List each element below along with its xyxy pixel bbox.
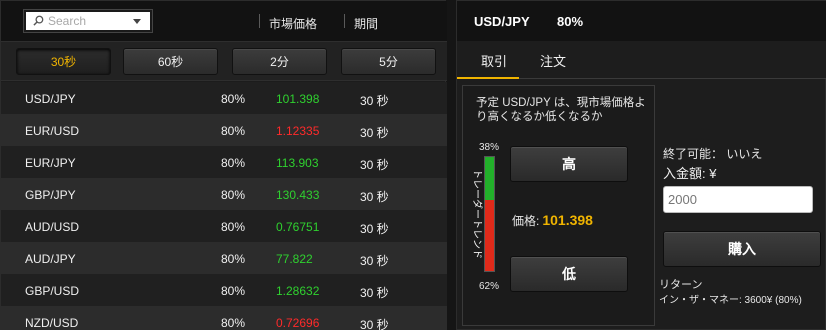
asset-row[interactable]: AUD/JPY 80% 77.822 30 秒 xyxy=(1,242,447,274)
price-value: 101.398 xyxy=(542,212,593,228)
search-dropdown[interactable] xyxy=(23,9,153,33)
closable-status: 終了可能： いいえ xyxy=(663,147,763,161)
search-icon xyxy=(33,15,44,26)
trader-trend-label: トレーダートレンド xyxy=(471,169,482,259)
asset-row[interactable]: EUR/USD 80% 1.12335 30 秒 xyxy=(1,114,447,146)
asset-pair: EUR/JPY xyxy=(25,156,76,170)
tab-trade[interactable]: 取引 xyxy=(481,51,507,70)
header-divider xyxy=(259,14,260,28)
price-label: 価格: xyxy=(512,214,540,228)
order-settings: 終了可能： いいえ 入金額: ¥ 購入 リターン イン・ザ・マネー: 3600¥… xyxy=(659,79,826,330)
asset-row[interactable]: AUD/USD 80% 0.76751 30 秒 xyxy=(1,210,447,242)
return-label: リターン xyxy=(659,279,703,291)
header-divider xyxy=(344,14,345,28)
asset-period: 30 秒 xyxy=(360,222,389,236)
duration-button-5m[interactable]: 5分 xyxy=(341,48,436,75)
asset-pair: AUD/JPY xyxy=(25,252,76,266)
duration-button-60s[interactable]: 60秒 xyxy=(123,48,218,75)
asset-period: 30 秒 xyxy=(360,190,389,204)
amount-label: 入金額: ¥ xyxy=(663,166,717,181)
asset-payout: 80% xyxy=(221,124,246,138)
prediction-question: 予定 USD/JPY は、現市場価格より高くなるか低くなるか xyxy=(476,97,646,123)
asset-pair: EUR/USD xyxy=(25,124,80,138)
duration-selector: 30秒 60秒 2分 5分 xyxy=(1,41,447,81)
current-price: 価格: 101.398 xyxy=(512,212,593,229)
asset-price: 0.72696 xyxy=(276,316,320,330)
asset-period: 30 秒 xyxy=(360,318,389,330)
asset-period: 30 秒 xyxy=(360,286,389,300)
asset-price: 1.12335 xyxy=(276,124,320,138)
asset-payout: 80% xyxy=(221,156,246,170)
trend-down-fill xyxy=(485,200,494,271)
asset-table: USD/JPY 80% 101.398 30 秒 EUR/USD 80% 1.1… xyxy=(1,82,447,330)
trend-up-percent: 38% xyxy=(479,142,500,153)
search-input[interactable] xyxy=(48,13,128,29)
asset-payout: 80% xyxy=(221,188,246,202)
asset-payout: 80% xyxy=(221,92,246,106)
asset-period: 30 秒 xyxy=(360,254,389,268)
high-button[interactable]: 高 xyxy=(510,146,628,182)
return-value: イン・ザ・マネー: 3600¥ (80%) xyxy=(659,295,802,306)
tab-order[interactable]: 注文 xyxy=(540,51,566,70)
chevron-down-icon[interactable] xyxy=(133,19,141,24)
asset-pair: AUD/USD xyxy=(25,220,80,234)
asset-price: 0.76751 xyxy=(276,220,320,234)
asset-pair: NZD/USD xyxy=(25,316,79,330)
column-header-period: 期間 xyxy=(354,17,379,31)
asset-payout: 80% xyxy=(221,220,246,234)
asset-price: 113.903 xyxy=(276,156,319,170)
buy-button[interactable]: 購入 xyxy=(663,231,821,267)
selected-payout: 80% xyxy=(557,14,584,29)
trend-up-fill xyxy=(485,157,494,201)
asset-list-panel: 市場価格 期間 30秒 60秒 2分 5分 USD/JPY 80% 101.39… xyxy=(0,0,447,330)
trade-panel: USD/JPY 80% 取引 注文 予定 USD/JPY は、現市場価格より高く… xyxy=(456,0,826,330)
direction-box: 予定 USD/JPY は、現市場価格より高くなるか低くなるか 38% トレーダー… xyxy=(462,85,655,326)
asset-payout: 80% xyxy=(221,284,246,298)
asset-price: 101.398 xyxy=(276,92,320,106)
asset-row[interactable]: EUR/JPY 80% 113.903 30 秒 xyxy=(1,146,447,178)
asset-price: 77.822 xyxy=(276,252,313,266)
duration-button-30s[interactable]: 30秒 xyxy=(16,48,111,75)
trend-down-percent: 62% xyxy=(479,281,500,292)
asset-row[interactable]: GBP/JPY 80% 130.433 30 秒 xyxy=(1,178,447,210)
asset-payout: 80% xyxy=(221,316,246,330)
asset-payout: 80% xyxy=(221,252,246,266)
asset-row[interactable]: USD/JPY 80% 101.398 30 秒 xyxy=(1,82,447,114)
asset-period: 30 秒 xyxy=(360,126,389,140)
column-header-market-price: 市場価格 xyxy=(269,17,318,31)
duration-button-2m[interactable]: 2分 xyxy=(232,48,327,75)
trade-form: 予定 USD/JPY は、現市場価格より高くなるか低くなるか 38% トレーダー… xyxy=(457,79,826,330)
asset-row[interactable]: GBP/USD 80% 1.28632 30 秒 xyxy=(1,274,447,306)
selected-pair: USD/JPY xyxy=(474,14,530,29)
asset-period: 30 秒 xyxy=(360,158,389,172)
asset-list-header: 市場価格 期間 xyxy=(1,1,447,41)
asset-price: 130.433 xyxy=(276,188,320,202)
asset-price: 1.28632 xyxy=(276,284,320,298)
amount-input[interactable] xyxy=(663,186,813,213)
asset-pair: GBP/USD xyxy=(25,284,80,298)
low-button[interactable]: 低 xyxy=(510,256,628,292)
trade-tabs: 取引 注文 xyxy=(457,41,826,79)
trade-panel-title: USD/JPY 80% xyxy=(457,1,826,41)
asset-row[interactable]: NZD/USD 80% 0.72696 30 秒 xyxy=(1,306,447,330)
asset-pair: USD/JPY xyxy=(25,92,76,106)
asset-period: 30 秒 xyxy=(360,94,389,108)
asset-pair: GBP/JPY xyxy=(25,188,76,202)
